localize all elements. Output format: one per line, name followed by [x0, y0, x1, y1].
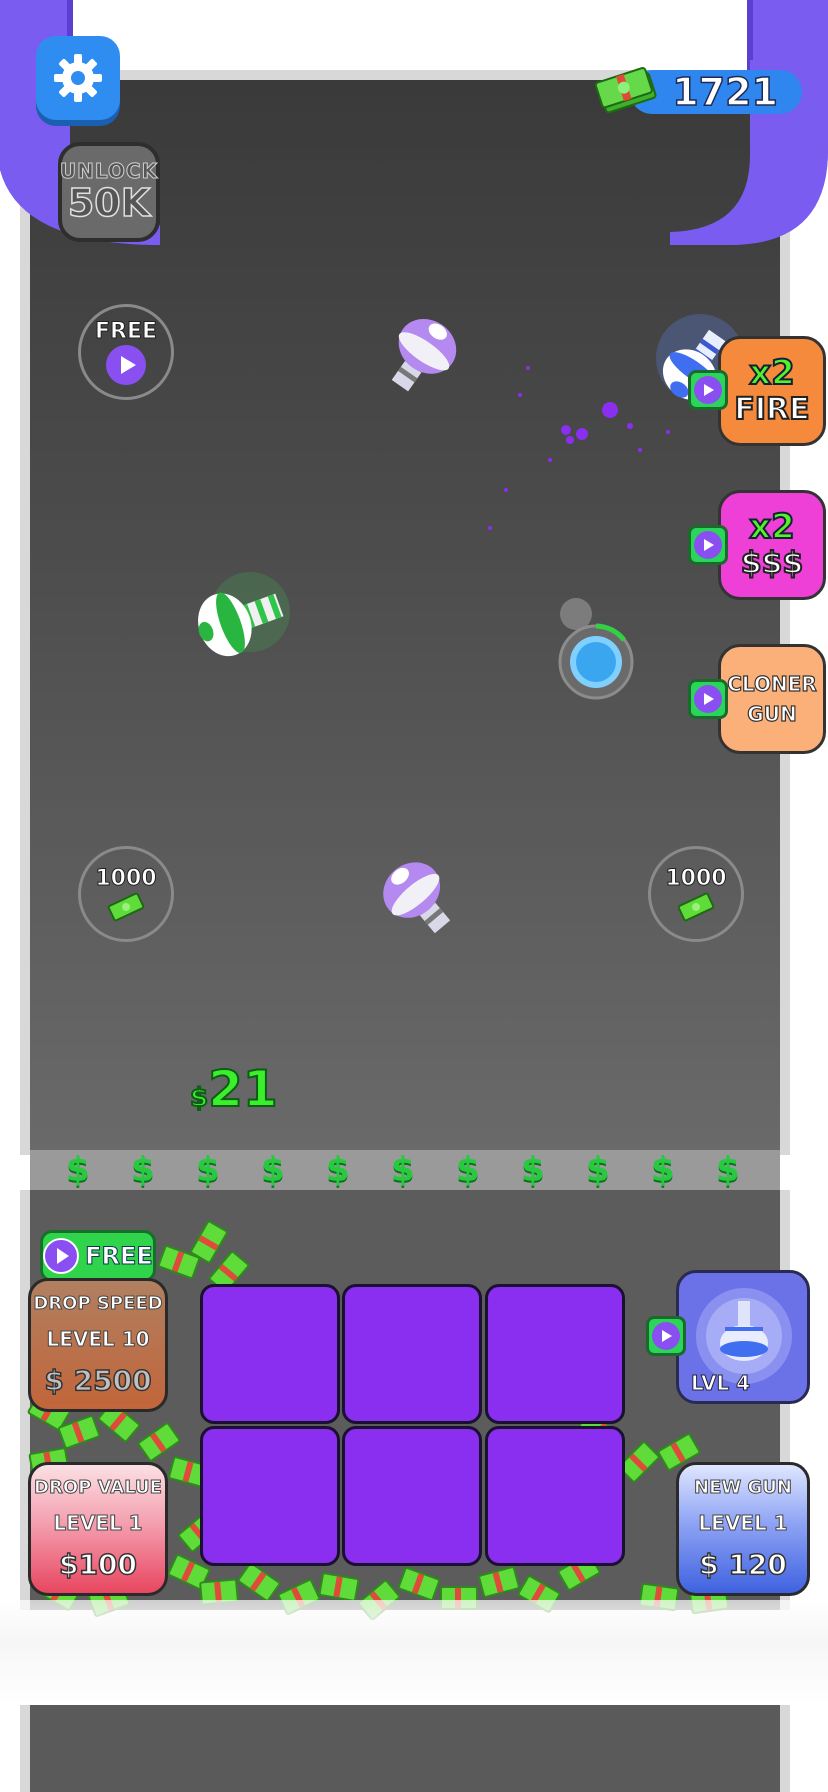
drop-speed-price: $ 2500 [44, 1363, 153, 1398]
drop-value-price: $100 [58, 1547, 137, 1582]
conveyor-dollar: $ [131, 1150, 155, 1190]
drop-value-level: LEVEL 1 [53, 1510, 143, 1535]
unlock-label: UNLOCK [59, 159, 159, 184]
cloner-gun-line1: CLONER [727, 671, 818, 696]
floating-reward-value: 21 [207, 1059, 279, 1119]
cloner-gun-line2: GUN [747, 701, 798, 726]
drop-speed-card[interactable]: DROP SPEED LEVEL 10 $ 2500 [28, 1278, 168, 1412]
conveyor-dollar: $ [66, 1150, 90, 1190]
unlock-amount: 50K [67, 180, 151, 226]
free-video-button[interactable]: FREE [78, 304, 174, 400]
conveyor-dollar: $ [586, 1150, 610, 1190]
gear-icon [54, 54, 102, 102]
cash-spot-right-value: 1000 [665, 865, 727, 891]
ad-badge [688, 679, 728, 719]
conveyor-dollar: $ [716, 1150, 740, 1190]
drop-value-card[interactable]: DROP VALUE LEVEL 1 $100 [28, 1462, 168, 1596]
bottom-strip [20, 1705, 790, 1792]
merge-slot-5[interactable] [342, 1426, 482, 1566]
free-label: FREE [94, 318, 158, 344]
new-gun-card[interactable]: NEW GUN LEVEL 1 $ 120 [676, 1462, 810, 1596]
fire-boost-multiplier: x2 [748, 353, 796, 393]
cash-icon [107, 892, 145, 921]
play-icon [704, 539, 714, 551]
collector-node [558, 598, 634, 700]
cloner-gun-button[interactable]: CLONER GUN [718, 644, 826, 754]
gun-level-badge: LVL 4 [690, 1371, 751, 1396]
free-upgrade-button[interactable]: FREE [40, 1230, 156, 1282]
new-gun-name: NEW GUN [694, 1477, 793, 1499]
play-icon [43, 1238, 80, 1274]
ad-badge [646, 1316, 686, 1356]
conveyor-dollar: $ [521, 1150, 545, 1190]
cash-spot-right[interactable]: 1000 [648, 846, 744, 942]
ad-badge [688, 370, 728, 410]
gun-level-box[interactable]: LVL 4 [676, 1270, 810, 1404]
play-icon [704, 693, 714, 705]
conveyor-dollar: $ [651, 1150, 675, 1190]
money-boost-multiplier: x2 [748, 507, 796, 547]
merge-slot-2[interactable] [342, 1284, 482, 1424]
play-icon [704, 384, 714, 396]
play-icon [106, 344, 146, 385]
conveyor-belt: $ $ $ $ $ $ $ $ $ $ $ [30, 1150, 780, 1190]
drop-speed-name: DROP SPEED [33, 1293, 163, 1315]
money-boost-button[interactable]: x2 $$$ [718, 490, 826, 600]
floating-reward-symbol: $ [189, 1082, 209, 1114]
ad-badge [688, 525, 728, 565]
new-gun-level: LEVEL 1 [698, 1510, 788, 1535]
unlock-button[interactable]: UNLOCK 50K [58, 142, 160, 242]
settings-button[interactable] [36, 36, 120, 120]
fire-boost-label: FIRE [733, 391, 810, 428]
fire-boost-button[interactable]: x2 FIRE [718, 336, 826, 446]
conveyor-dollar: $ [326, 1150, 350, 1190]
projectile-particles [488, 366, 670, 530]
merge-slot-6[interactable] [485, 1426, 625, 1566]
cash-spot-left-value: 1000 [95, 865, 157, 891]
cash-spot-left[interactable]: 1000 [78, 846, 174, 942]
fog-overlay [0, 1600, 828, 1705]
merge-slot-1[interactable] [200, 1284, 340, 1424]
purple-turret [391, 318, 457, 392]
drop-speed-level: LEVEL 10 [46, 1326, 150, 1351]
conveyor-dollar: $ [261, 1150, 285, 1190]
green-turret [198, 572, 290, 657]
merge-slot-3[interactable] [485, 1284, 625, 1424]
play-icon [662, 1330, 672, 1342]
purple-turret-2 [383, 862, 451, 934]
floating-reward: $21 [189, 1059, 279, 1119]
cash-stack-icon [594, 67, 657, 114]
cash-icon [677, 892, 715, 921]
drop-value-name: DROP VALUE [34, 1477, 163, 1499]
conveyor-dollar: $ [391, 1150, 415, 1190]
money-value: 1721 [671, 69, 778, 115]
merge-slot-4[interactable] [200, 1426, 340, 1566]
conveyor-dollar: $ [196, 1150, 220, 1190]
conveyor-dollar: $ [456, 1150, 480, 1190]
free-upgrade-label: FREE [85, 1242, 154, 1271]
new-gun-price: $ 120 [698, 1547, 787, 1582]
money-boost-label: $$$ [740, 545, 805, 582]
